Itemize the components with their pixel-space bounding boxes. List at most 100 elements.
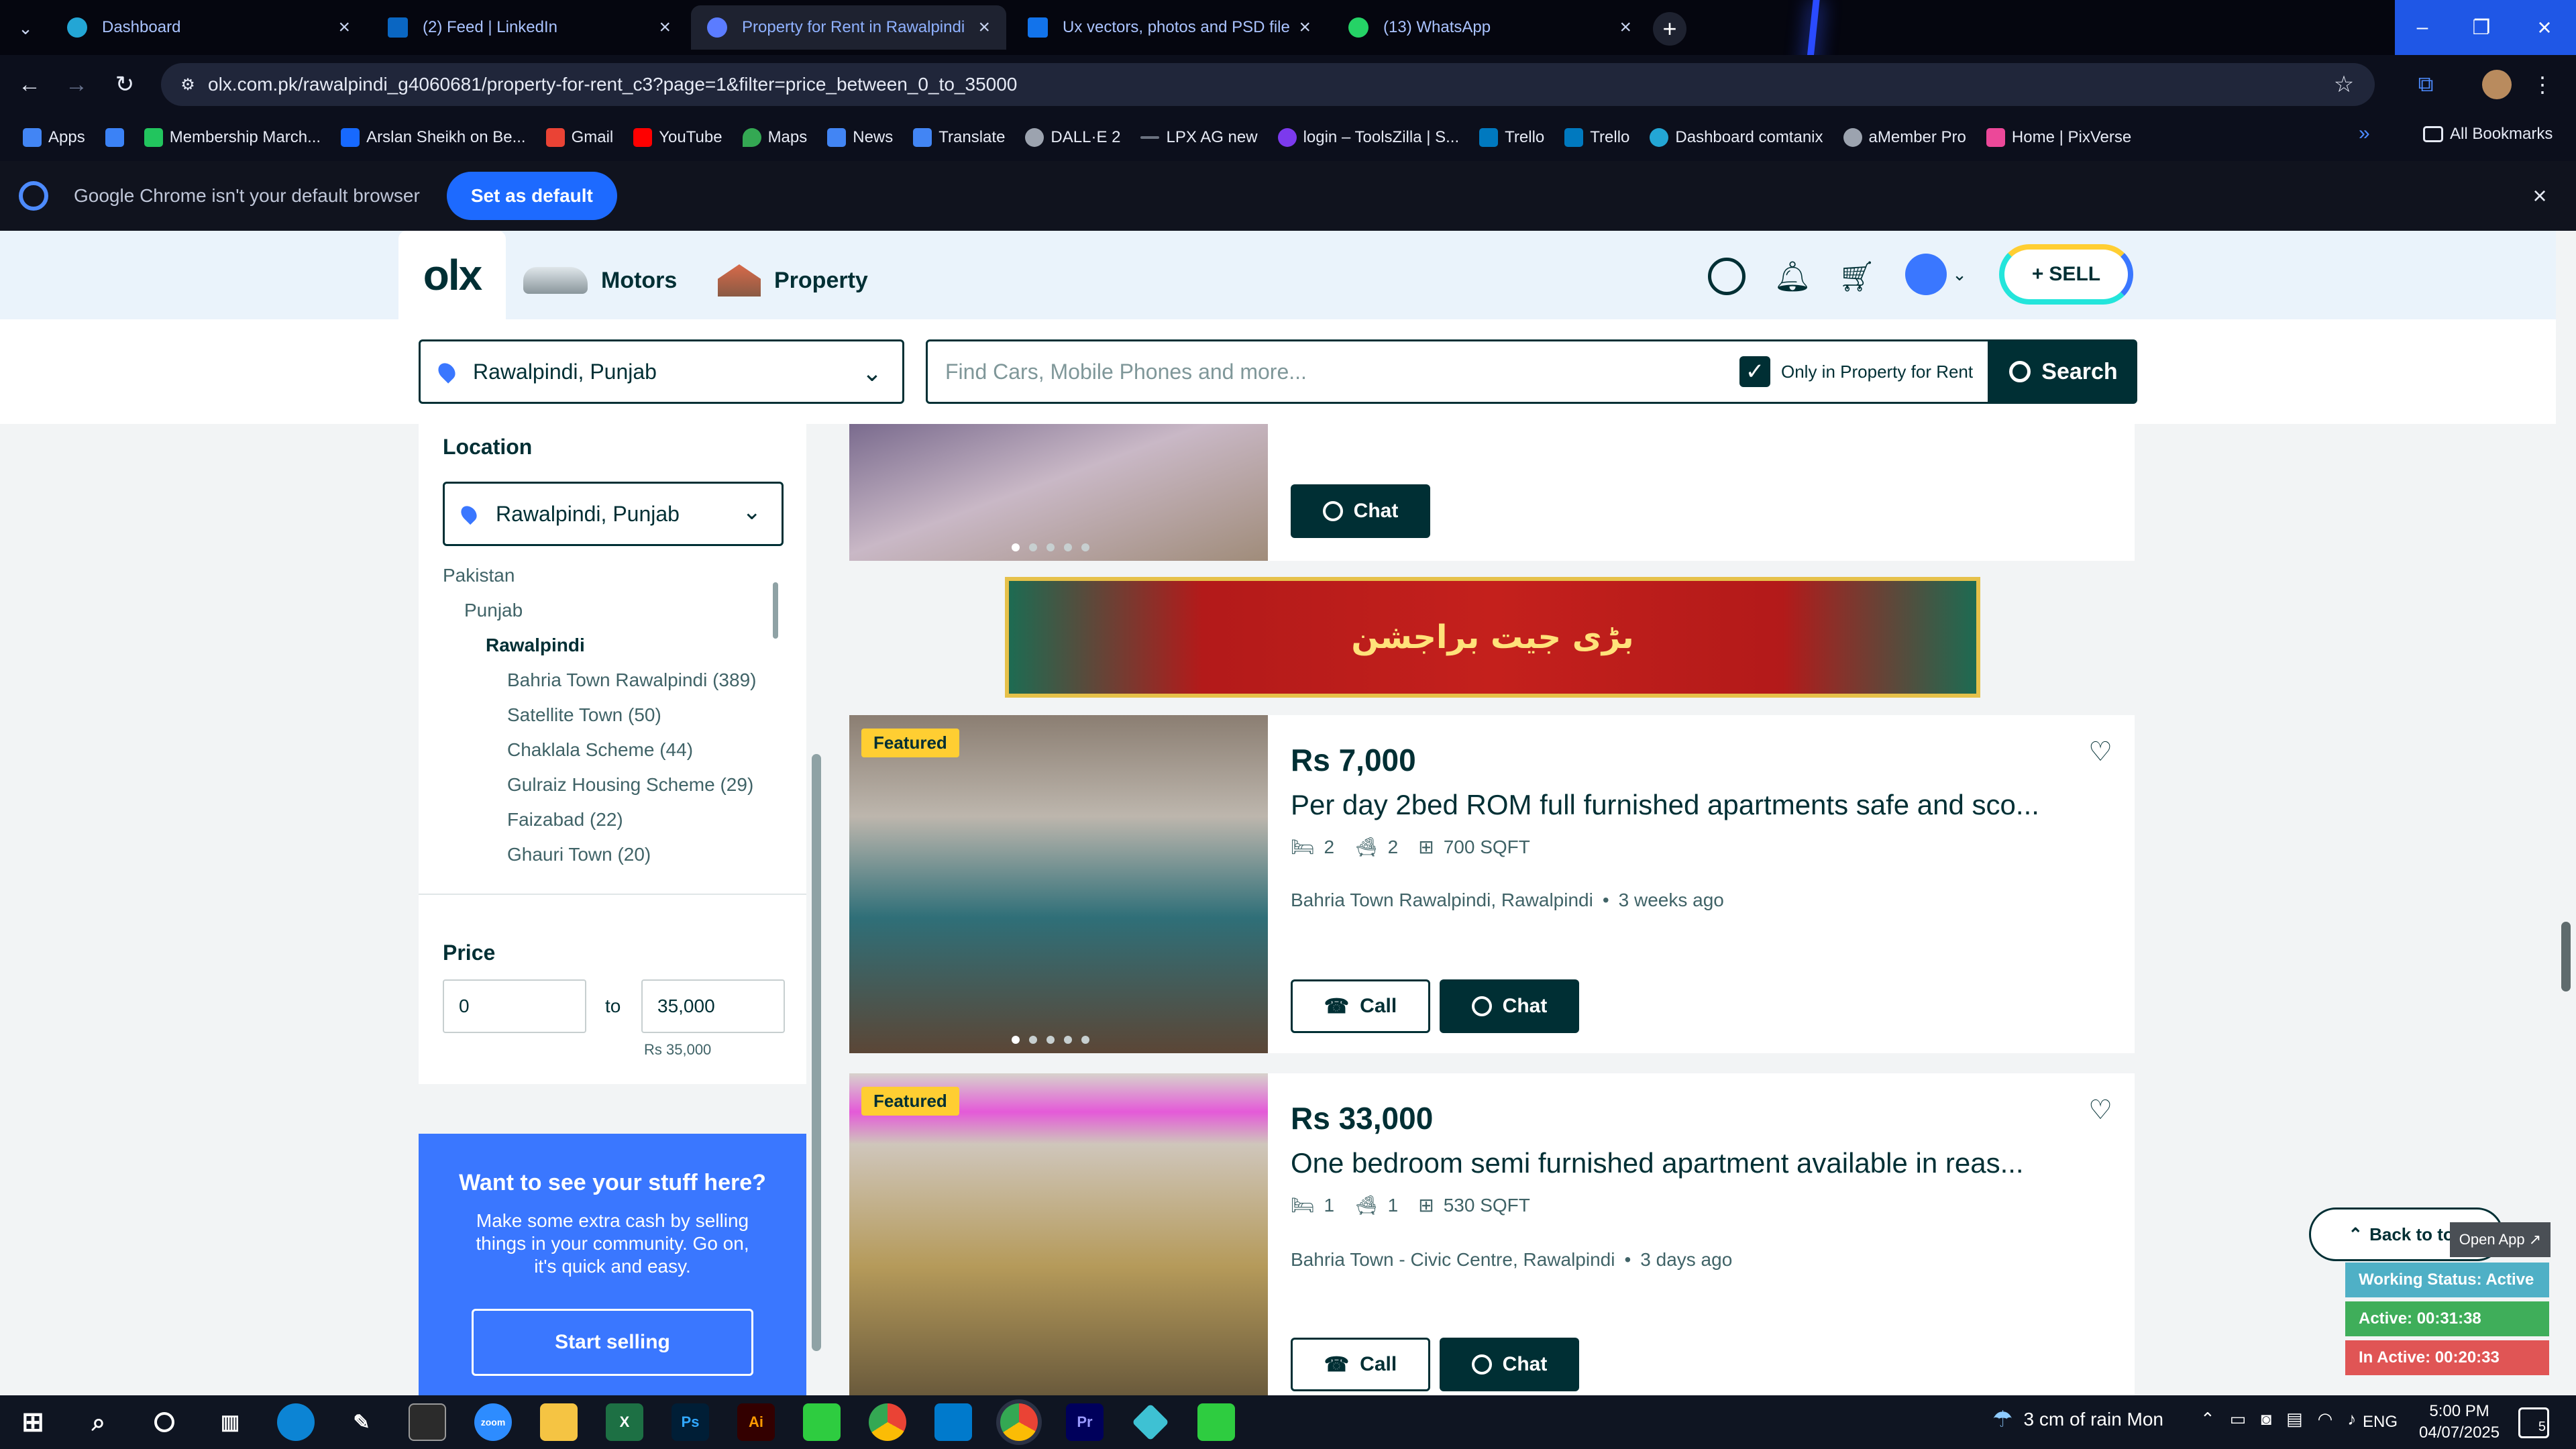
- weather-widget[interactable]: ☂ 3 cm of rain Mon: [1992, 1406, 2163, 1433]
- bookmark-dalle[interactable]: DALL·E 2: [1025, 128, 1120, 147]
- extensions-icon[interactable]: ⧉: [2411, 70, 2440, 99]
- vscode-icon[interactable]: [934, 1403, 972, 1441]
- listing-card-previous[interactable]: Chat: [849, 424, 2135, 561]
- call-button[interactable]: ☎︎ Call: [1291, 979, 1430, 1033]
- page-scrollbar[interactable]: [2556, 231, 2576, 1395]
- listing-card[interactable]: Featured Rs 7,000 ♡ Per day 2bed ROM ful…: [849, 715, 2135, 1053]
- bookmark-pixverse[interactable]: Home | PixVerse: [1986, 128, 2131, 147]
- bookmarks-overflow-icon[interactable]: »: [2359, 122, 2370, 145]
- notifications-icon[interactable]: 5: [2518, 1407, 2549, 1438]
- system-tray[interactable]: ⌃ ▭ ◙ ▤ ◠ ♪: [2200, 1409, 2356, 1430]
- tree-item-bahria-town[interactable]: Bahria Town Rawalpindi (389): [507, 669, 756, 691]
- price-max-input[interactable]: 35,000: [641, 979, 785, 1033]
- bookmark-maps[interactable]: Maps: [742, 128, 807, 147]
- nav-property[interactable]: Property: [718, 255, 868, 306]
- location-dropdown[interactable]: Rawalpindi, Punjab ⌄: [443, 482, 784, 546]
- bookmark-trello-1[interactable]: Trello: [1479, 128, 1544, 147]
- clock[interactable]: 5:00 PM 04/07/2025: [2419, 1401, 2500, 1444]
- tree-item-chaklala[interactable]: Chaklala Scheme (44): [507, 739, 693, 761]
- bookmark-membership[interactable]: Membership March...: [144, 128, 321, 147]
- tree-item-pakistan[interactable]: Pakistan: [443, 565, 515, 586]
- close-tab-icon[interactable]: ×: [978, 16, 990, 39]
- back-icon[interactable]: ←: [15, 70, 44, 99]
- favorite-heart-icon[interactable]: ♡: [2084, 735, 2117, 769]
- bookmark-gmail[interactable]: Gmail: [545, 128, 613, 147]
- page-scrollbar-thumb[interactable]: [2561, 922, 2571, 991]
- terminal-icon[interactable]: [409, 1403, 446, 1441]
- profile-avatar[interactable]: [2482, 70, 2512, 99]
- green-app-2-icon[interactable]: [1197, 1403, 1235, 1441]
- cortana-icon[interactable]: [146, 1403, 183, 1441]
- green-app-icon[interactable]: [803, 1403, 841, 1441]
- close-window-button[interactable]: ×: [2513, 0, 2576, 55]
- close-tab-icon[interactable]: ×: [1619, 16, 1631, 39]
- meet-icon[interactable]: ▭: [2230, 1409, 2247, 1430]
- menu-icon[interactable]: ⋮: [2528, 70, 2557, 99]
- camera-icon[interactable]: ◙: [2261, 1409, 2271, 1430]
- zoom-icon[interactable]: zoom: [474, 1403, 512, 1441]
- taskbar-search-icon[interactable]: ⌕: [80, 1403, 117, 1441]
- bookmark-dashboard-comtanix[interactable]: Dashboard comtanix: [1650, 128, 1823, 147]
- bookmark-star-icon[interactable]: ☆: [2329, 70, 2359, 99]
- listing-card[interactable]: Featured Rs 33,000 ♡ One bedroom semi fu…: [849, 1073, 2135, 1395]
- bookmark-behance[interactable]: Arslan Sheikh on Be...: [341, 128, 526, 147]
- forward-icon[interactable]: →: [62, 70, 91, 99]
- close-infobar-icon[interactable]: ×: [2525, 181, 2555, 211]
- start-windows-icon[interactable]: ⊞: [14, 1403, 52, 1441]
- tree-item-ghauri-town[interactable]: Ghauri Town (20): [507, 844, 651, 865]
- bookmark-toolszilla[interactable]: login – ToolsZilla | S...: [1277, 128, 1459, 147]
- bookmark-apps[interactable]: Apps: [23, 128, 85, 147]
- close-tab-icon[interactable]: ×: [338, 16, 350, 39]
- olx-logo[interactable]: olx: [398, 231, 506, 319]
- user-avatar[interactable]: [1905, 254, 1947, 295]
- chrome-active-icon[interactable]: [1000, 1403, 1038, 1441]
- tree-item-satellite-town[interactable]: Satellite Town (50): [507, 704, 661, 726]
- open-app-button[interactable]: Open App ↗: [2450, 1222, 2551, 1257]
- listing-title[interactable]: One bedroom semi furnished apartment ava…: [1291, 1147, 2024, 1179]
- tab-freepik[interactable]: Ux vectors, photos and PSD file ×: [1012, 5, 1327, 50]
- nav-motors[interactable]: Motors: [523, 255, 677, 306]
- sidebar-scrollbar-thumb[interactable]: [812, 754, 821, 1351]
- tree-item-gulraiz[interactable]: Gulraiz Housing Scheme (29): [507, 774, 753, 796]
- tree-item-faizabad[interactable]: Faizabad (22): [507, 809, 623, 830]
- tab-linkedin[interactable]: (2) Feed | LinkedIn ×: [372, 5, 687, 50]
- close-tab-icon[interactable]: ×: [659, 16, 671, 39]
- cart-icon[interactable]: 🛒︎: [1838, 258, 1876, 295]
- file-explorer-icon[interactable]: [540, 1403, 578, 1441]
- bookmark-trello-2[interactable]: Trello: [1564, 128, 1629, 147]
- chat-button[interactable]: Chat: [1291, 484, 1430, 538]
- sell-button[interactable]: + SELL: [1999, 244, 2133, 305]
- photoshop-icon[interactable]: Ps: [672, 1403, 709, 1441]
- premiere-icon[interactable]: Pr: [1066, 1403, 1104, 1441]
- favorite-heart-icon[interactable]: ♡: [2084, 1093, 2117, 1127]
- chat-icon[interactable]: [1708, 258, 1746, 295]
- start-selling-button[interactable]: Start selling: [472, 1309, 753, 1376]
- notification-bell-icon[interactable]: 🔔︎: [1774, 258, 1811, 295]
- chrome-taskbar-icon[interactable]: [869, 1403, 906, 1441]
- bookmark-translate[interactable]: Translate: [913, 128, 1005, 147]
- only-in-category-checkbox[interactable]: ✓: [1739, 356, 1770, 387]
- task-view-icon[interactable]: ▥: [211, 1403, 249, 1441]
- site-info-icon[interactable]: ⚙: [176, 72, 200, 97]
- tree-item-punjab[interactable]: Punjab: [464, 600, 523, 621]
- ad-banner[interactable]: بڑی جیت براجشن: [1005, 577, 1980, 698]
- search-input[interactable]: Find Cars, Mobile Phones and more... ✓ O…: [926, 339, 1990, 404]
- edge-icon[interactable]: [277, 1403, 315, 1441]
- bookmark-grid[interactable]: [105, 128, 124, 147]
- bookmark-news[interactable]: News: [827, 128, 893, 147]
- tree-item-rawalpindi[interactable]: Rawalpindi: [486, 635, 585, 656]
- all-bookmarks[interactable]: All Bookmarks: [2423, 125, 2553, 144]
- reload-icon[interactable]: ↻: [110, 70, 140, 99]
- listing-title[interactable]: Per day 2bed ROM full furnished apartmen…: [1291, 789, 2039, 821]
- call-button[interactable]: ☎︎ Call: [1291, 1338, 1430, 1391]
- restore-button[interactable]: ❐: [2450, 0, 2513, 55]
- bookmark-amember[interactable]: aMember Pro: [1843, 128, 1966, 147]
- volume-icon[interactable]: ♪: [2347, 1409, 2356, 1430]
- new-tab-button[interactable]: +: [1653, 12, 1686, 46]
- tab-search-icon[interactable]: ⌄: [12, 15, 39, 42]
- chat-button[interactable]: Chat: [1440, 1338, 1579, 1391]
- chat-button[interactable]: Chat: [1440, 979, 1579, 1033]
- tray-chevron-icon[interactable]: ⌃: [2200, 1409, 2215, 1430]
- tab-dashboard[interactable]: Dashboard ×: [51, 5, 366, 50]
- address-bar[interactable]: ⚙ olx.com.pk/rawalpindi_g4060681/propert…: [161, 63, 2375, 106]
